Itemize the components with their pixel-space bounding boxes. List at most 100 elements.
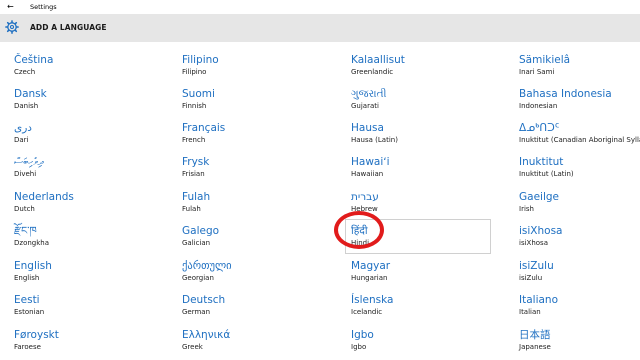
language-grid: Čeština Czech Dansk Danish دری Dari ދިވެހިބަސް…: [0, 48, 640, 360]
language-item[interactable]: Fulah Fulah: [182, 191, 332, 221]
language-native-name: ગુજરાતી: [351, 88, 387, 100]
language-item[interactable]: Suomi Finnish: [182, 88, 332, 118]
language-english-name: Hungarian: [351, 274, 388, 282]
language-english-name: Divehi: [14, 170, 37, 178]
language-native-name: 日本語: [519, 329, 551, 341]
language-english-name: Gujarati: [351, 102, 379, 110]
language-native-name: Filipino: [182, 54, 219, 66]
language-item[interactable]: Inuktitut Inuktitut (Latin): [519, 156, 640, 186]
language-native-name: دری: [14, 122, 32, 134]
language-native-name: Kalaallisut: [351, 54, 405, 66]
language-english-name: Faroese: [14, 343, 41, 351]
language-english-name: Dutch: [14, 205, 35, 213]
language-native-name: རྫོང་ཁ: [14, 225, 37, 237]
language-item[interactable]: Deutsch German: [182, 294, 332, 324]
language-english-name: Irish: [519, 205, 534, 213]
red-circle-annotation: [334, 211, 384, 249]
language-native-name: English: [14, 260, 52, 272]
language-english-name: Italian: [519, 308, 541, 316]
language-native-name: Frysk: [182, 156, 210, 168]
language-native-name: Suomi: [182, 88, 215, 100]
language-english-name: Danish: [14, 102, 39, 110]
language-item[interactable]: ગુજરાતી Gujarati: [351, 88, 501, 118]
language-native-name: Sämikielâ: [519, 54, 571, 66]
language-english-name: Inari Sami: [519, 68, 555, 76]
language-item[interactable]: Ελληνικά Greek: [182, 329, 332, 359]
language-english-name: Greenlandic: [351, 68, 394, 76]
language-item[interactable]: Dansk Danish: [14, 88, 164, 118]
language-item[interactable]: Hawaiʻi Hawaiian: [351, 156, 501, 186]
language-item[interactable]: Magyar Hungarian: [351, 260, 501, 290]
language-native-name: Deutsch: [182, 294, 226, 306]
language-item[interactable]: Frysk Frisian: [182, 156, 332, 186]
language-item[interactable]: Galego Galician: [182, 225, 332, 255]
language-english-name: Czech: [14, 68, 36, 76]
language-english-name: Greek: [182, 343, 203, 351]
language-item[interactable]: Hausa Hausa (Latin): [351, 122, 501, 152]
language-english-name: Filipino: [182, 68, 207, 76]
language-english-name: Fulah: [182, 205, 201, 213]
language-english-name: isiZulu: [519, 274, 543, 282]
language-item[interactable]: 日本語 Japanese: [519, 329, 640, 359]
language-item[interactable]: Français French: [182, 122, 332, 152]
language-native-name: Galego: [182, 225, 220, 237]
window-title: Settings: [30, 3, 57, 11]
language-native-name: Dansk: [14, 88, 47, 100]
language-item[interactable]: ᐃᓄᒃᑎᑐᑦ Inuktitut (Canadian Aboriginal Syl…: [519, 122, 640, 152]
language-item[interactable]: Nederlands Dutch: [14, 191, 164, 221]
language-native-name: Fulah: [182, 191, 211, 203]
language-english-name: Galician: [182, 239, 211, 247]
language-native-name: Føroyskt: [14, 329, 59, 341]
language-english-name: Estonian: [14, 308, 45, 316]
language-native-name: ქართული: [182, 260, 232, 272]
language-english-name: Inuktitut (Latin): [519, 170, 574, 178]
language-english-name: Frisian: [182, 170, 205, 178]
language-item[interactable]: ދިވެހިބަސް Divehi: [14, 156, 164, 186]
language-native-name: Magyar: [351, 260, 391, 272]
language-english-name: Hebrew: [351, 205, 378, 213]
language-item[interactable]: Filipino Filipino: [182, 54, 332, 84]
language-native-name: Inuktitut: [519, 156, 564, 168]
language-english-name: Hawaiian: [351, 170, 384, 178]
language-english-name: Japanese: [519, 343, 551, 351]
language-native-name: isiZulu: [519, 260, 554, 272]
back-arrow-icon[interactable]: ←: [7, 0, 14, 14]
language-item[interactable]: Bahasa Indonesia Indonesian: [519, 88, 640, 118]
language-item[interactable]: Eesti Estonian: [14, 294, 164, 324]
title-bar: ← Settings: [0, 0, 640, 14]
language-native-name: Nederlands: [14, 191, 74, 203]
language-item[interactable]: Italiano Italian: [519, 294, 640, 324]
language-item[interactable]: ქართული Georgian: [182, 260, 332, 290]
language-english-name: Igbo: [351, 343, 367, 351]
language-item[interactable]: Íslenska Icelandic: [351, 294, 501, 324]
language-item[interactable]: Sämikielâ Inari Sami: [519, 54, 640, 84]
page-header: ADD A LANGUAGE: [0, 14, 640, 42]
language-english-name: Dzongkha: [14, 239, 50, 247]
language-item[interactable]: Gaeilge Irish: [519, 191, 640, 221]
language-item[interactable]: Kalaallisut Greenlandic: [351, 54, 501, 84]
language-english-name: Georgian: [182, 274, 214, 282]
language-native-name: Čeština: [14, 54, 54, 66]
language-native-name: Bahasa Indonesia: [519, 88, 612, 100]
language-native-name: עברית: [351, 191, 379, 203]
language-native-name: ދިވެހިބަސް: [14, 156, 44, 168]
language-english-name: German: [182, 308, 211, 316]
language-item[interactable]: isiZulu isiZulu: [519, 260, 640, 290]
language-item[interactable]: isiXhosa isiXhosa: [519, 225, 640, 255]
language-english-name: Hausa (Latin): [351, 136, 398, 144]
language-native-name: isiXhosa: [519, 225, 563, 237]
gear-icon: [5, 20, 19, 34]
language-native-name: ᐃᓄᒃᑎᑐᑦ: [519, 122, 560, 134]
language-item[interactable]: Igbo Igbo: [351, 329, 501, 359]
language-item[interactable]: Føroyskt Faroese: [14, 329, 164, 359]
language-english-name: Dari: [14, 136, 29, 144]
language-native-name: Íslenska: [351, 294, 394, 306]
language-native-name: Eesti: [14, 294, 40, 306]
language-english-name: Finnish: [182, 102, 207, 110]
language-item[interactable]: Čeština Czech: [14, 54, 164, 84]
language-item[interactable]: རྫོང་ཁ Dzongkha: [14, 225, 164, 255]
language-native-name: Italiano: [519, 294, 558, 306]
language-item[interactable]: English English: [14, 260, 164, 290]
language-native-name: Gaeilge: [519, 191, 559, 203]
language-item[interactable]: دری Dari: [14, 122, 164, 152]
